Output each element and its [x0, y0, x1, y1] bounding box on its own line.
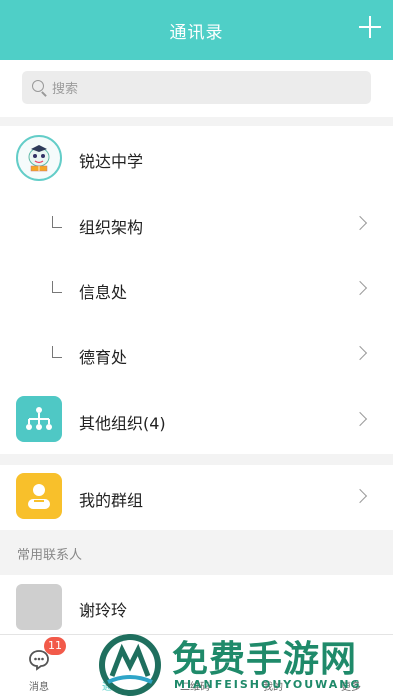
chevron-right-icon	[352, 280, 368, 296]
frequent-contacts-title: 常用联系人	[17, 548, 83, 563]
chevron-right-icon	[352, 411, 368, 427]
tree-branch-icon	[52, 281, 62, 293]
other-orgs-label: 其他组织(4)	[79, 414, 166, 433]
org-chart-icon	[16, 396, 62, 442]
tab-messages[interactable]: 11 消息	[0, 635, 78, 700]
organization-section: 锐达中学 组织架构 信息处 德育处 其他组织(4)	[0, 126, 393, 454]
search-input[interactable]: 搜索	[22, 71, 371, 104]
my-groups-row[interactable]: 我的群组	[0, 465, 393, 530]
search-container: 搜索	[0, 60, 393, 117]
contact-name: 谢玲玲	[79, 601, 128, 620]
department-label: 信息处	[79, 283, 128, 302]
department-label: 德育处	[79, 348, 128, 367]
watermark-logo-icon	[99, 634, 161, 696]
search-placeholder: 搜索	[52, 82, 79, 97]
group-icon	[16, 473, 62, 519]
watermark: 免费手游网 MIANFEISHOUYOUWANG	[96, 628, 393, 700]
department-row-structure[interactable]: 组织架构	[0, 192, 393, 257]
other-orgs-row[interactable]: 其他组织(4)	[0, 388, 393, 453]
chevron-right-icon	[352, 215, 368, 231]
tree-branch-icon	[52, 216, 62, 228]
chevron-right-icon	[352, 345, 368, 361]
plus-icon[interactable]	[357, 14, 383, 40]
page-title: 通讯录	[169, 23, 224, 43]
watermark-subtitle: MIANFEISHOUYOUWANG	[174, 678, 362, 691]
department-row-moral[interactable]: 德育处	[0, 322, 393, 387]
school-name: 锐达中学	[79, 152, 144, 171]
unread-badge: 11	[44, 637, 66, 655]
tab-label: 消息	[29, 682, 49, 693]
tree-branch-icon	[52, 346, 62, 358]
groups-section: 我的群组	[0, 465, 393, 530]
department-row-info[interactable]: 信息处	[0, 257, 393, 322]
chevron-right-icon	[352, 488, 368, 504]
school-row[interactable]: 锐达中学	[0, 126, 393, 191]
top-bar: 通讯录	[0, 0, 393, 60]
avatar	[16, 584, 62, 630]
school-logo-icon	[16, 135, 62, 181]
department-label: 组织架构	[79, 218, 144, 237]
search-icon	[32, 79, 48, 96]
my-groups-label: 我的群组	[79, 491, 144, 510]
watermark-title: 免费手游网	[172, 638, 358, 680]
